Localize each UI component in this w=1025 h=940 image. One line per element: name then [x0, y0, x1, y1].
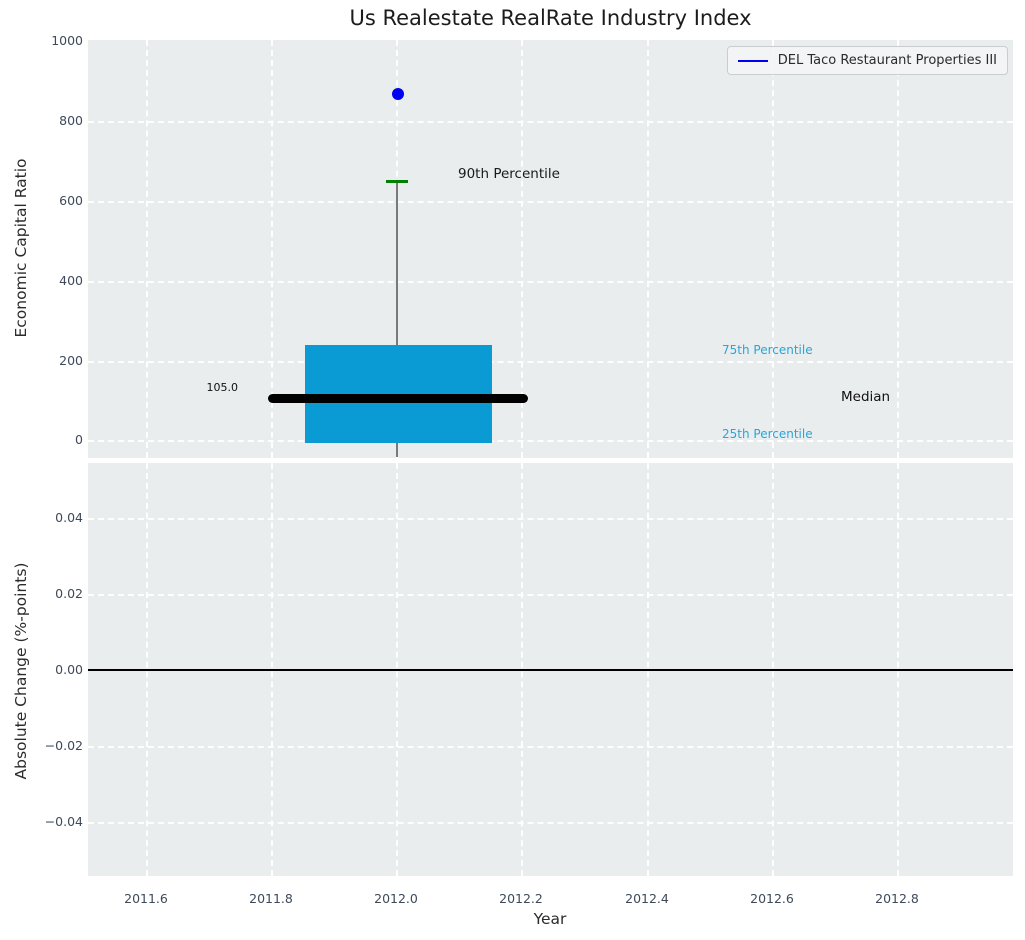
ytick-label: 800 [59, 113, 83, 128]
bottom-y-axis-label: Absolute Change (%-points) [12, 562, 30, 780]
gridline [88, 201, 1013, 203]
chart-title: Us Realestate RealRate Industry Index [349, 6, 752, 30]
xtick-label: 2012.4 [625, 891, 669, 906]
gridline [88, 594, 1013, 596]
annotation-median: Median [841, 389, 891, 405]
gridline [88, 281, 1013, 283]
legend-line-swatch [737, 59, 768, 62]
zero-baseline [88, 669, 1013, 671]
legend: DEL Taco Restaurant Properties III [726, 46, 1008, 75]
annotation-25th-percentile: 25th Percentile [722, 427, 813, 441]
boxplot-90th-percentile-cap [386, 180, 408, 183]
figure: Us Realestate RealRate Industry Index 10… [0, 0, 1025, 940]
ytick-label: 200 [59, 353, 83, 368]
gridline [88, 440, 1013, 442]
gridline [647, 40, 649, 458]
gridline [897, 40, 899, 458]
xtick-label: 2012.8 [875, 891, 919, 906]
legend-label: DEL Taco Restaurant Properties III [777, 53, 997, 68]
gridline [772, 40, 774, 458]
ytick-label: 0 [75, 432, 83, 447]
gridline [88, 822, 1013, 824]
gridline [88, 361, 1013, 363]
annotation-90th-percentile: 90th Percentile [458, 166, 560, 182]
ytick-label: 1000 [51, 33, 83, 48]
gridline [88, 746, 1013, 748]
xtick-label: 2011.6 [124, 891, 168, 906]
x-axis-label: Year [533, 910, 567, 928]
xtick-label: 2012.2 [499, 891, 543, 906]
top-plot-area: 105.0 90th Percentile 75th Percentile Me… [88, 40, 1013, 458]
gridline [146, 40, 148, 458]
ytick-label: −0.04 [44, 814, 83, 829]
xtick-label: 2011.8 [249, 891, 293, 906]
xtick-label: 2012.0 [374, 891, 418, 906]
top-y-axis-label: Economic Capital Ratio [12, 158, 30, 338]
gridline [88, 518, 1013, 520]
xtick-label: 2012.6 [750, 891, 794, 906]
boxplot-median-line [268, 394, 528, 403]
ytick-label: 0.04 [55, 510, 83, 525]
outlier-point [392, 88, 404, 100]
annotation-75th-percentile: 75th Percentile [722, 343, 813, 357]
median-value-label: 105.0 [206, 381, 239, 394]
bottom-plot-area [88, 463, 1013, 876]
gridline [88, 121, 1013, 123]
